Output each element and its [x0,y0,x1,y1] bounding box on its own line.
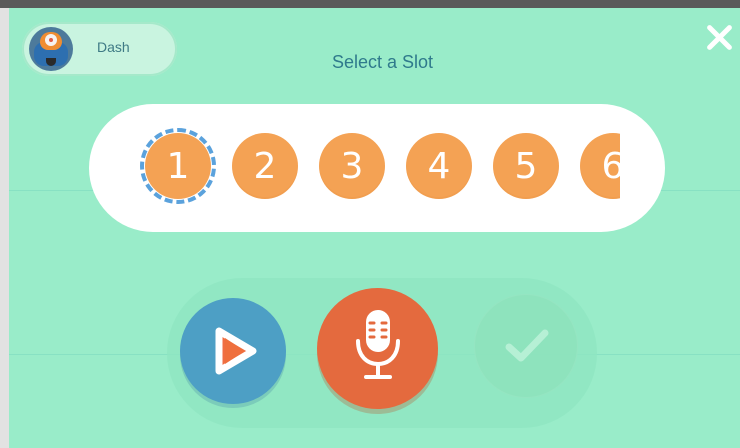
page-title: Select a Slot [332,52,434,72]
check-icon [505,329,549,362]
avatar-pupil [49,38,53,42]
microphone-icon [356,310,400,379]
slot-5[interactable]: 5 [493,133,559,199]
close-button[interactable] [704,22,734,52]
dash-avatar [29,27,73,71]
robot-profile-pill[interactable]: Dash [22,22,177,76]
play-icon [215,327,257,375]
slot-selector: 1 2 3 4 5 6 [89,104,665,232]
slot-3[interactable]: 3 [319,133,385,199]
screen-top-border [0,0,740,8]
record-button[interactable] [317,288,438,409]
play-button[interactable] [180,298,286,404]
robot-name: Dash [97,39,130,55]
screen-left-border [0,8,9,448]
slot-4[interactable]: 4 [406,133,472,199]
slot-1[interactable]: 1 [145,133,211,199]
app-screen: Dash Select a Slot 1 2 3 4 5 6 [9,8,740,448]
slot-scroll-area[interactable]: 1 2 3 4 5 6 [135,104,620,232]
confirm-button[interactable] [474,294,578,398]
slot-6[interactable]: 6 [580,133,620,199]
slot-2[interactable]: 2 [232,133,298,199]
